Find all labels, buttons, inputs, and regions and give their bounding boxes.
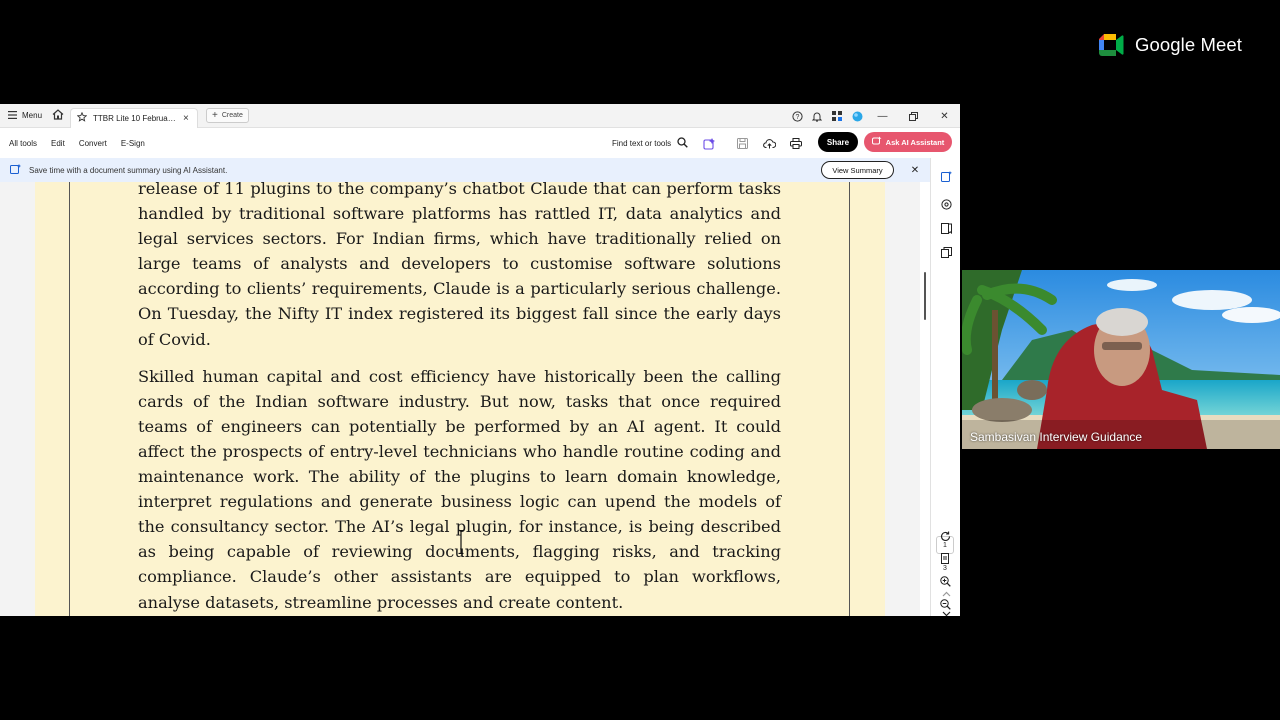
convert-menu[interactable]: Convert	[79, 139, 107, 148]
minimize-icon[interactable]: —	[867, 104, 898, 128]
ai-sphere-icon[interactable]	[847, 104, 867, 128]
main-toolbar: All tools Edit Convert E-Sign Find text …	[0, 128, 960, 158]
create-label: Create	[221, 112, 243, 119]
banner-text: Save time with a document summary using …	[29, 165, 228, 175]
restore-icon[interactable]	[898, 104, 929, 128]
vertical-scrollbar[interactable]	[920, 182, 930, 616]
title-bar: Menu TTBR Lite 10 February 2... × + Crea…	[0, 104, 960, 128]
page-view-icon[interactable]	[937, 550, 953, 566]
bookmark-icon[interactable]	[938, 220, 954, 236]
ask-ai-assistant-button[interactable]: Ask AI Assistant	[864, 132, 952, 152]
scroll-thumb[interactable]	[924, 272, 926, 320]
ai-tools-icon[interactable]	[701, 135, 717, 151]
menu-label: Menu	[22, 111, 43, 120]
hamburger-icon	[8, 110, 17, 121]
svg-text:?: ?	[795, 114, 799, 121]
find-label: Find text or tools	[612, 138, 672, 148]
search-icon	[677, 136, 688, 150]
meet-camera-icon	[1099, 34, 1124, 56]
screen: Menu TTBR Lite 10 February 2... × + Crea…	[0, 0, 1280, 720]
window-controls: ? — ✕	[787, 104, 960, 128]
zoom-out-icon[interactable]	[937, 596, 953, 612]
view-summary-button[interactable]: View Summary	[821, 161, 894, 179]
paragraph: release of 11 plugins to the company’s c…	[138, 182, 781, 349]
summary-icon	[10, 164, 21, 176]
paragraph: Skilled human capital and cost efficienc…	[138, 366, 781, 612]
google-meet-logo: Google Meet	[1099, 34, 1242, 56]
document-tab[interactable]: TTBR Lite 10 February 2... ×	[70, 107, 198, 128]
find-text-or-tools[interactable]: Find text or tools	[612, 128, 688, 158]
share-button[interactable]: Share	[818, 132, 858, 152]
plus-icon: +	[212, 110, 218, 121]
participant-video	[962, 270, 1280, 449]
help-icon[interactable]: ?	[787, 104, 807, 128]
participant-video-tile[interactable]: Sambasivan Interview Guidance	[962, 270, 1280, 449]
pages-icon[interactable]	[938, 244, 954, 260]
text-cursor-icon	[458, 530, 464, 554]
ai-summary-panel-icon[interactable]	[938, 168, 954, 184]
edit-menu[interactable]: Edit	[51, 139, 65, 148]
tab-title: TTBR Lite 10 February 2...	[93, 113, 177, 123]
all-tools-menu[interactable]: All tools	[9, 139, 37, 148]
apps-grid-icon[interactable]	[827, 104, 847, 128]
star-icon[interactable]	[76, 111, 88, 124]
home-button[interactable]	[46, 104, 70, 128]
create-button[interactable]: + Create	[206, 108, 249, 123]
ai-summary-banner: Save time with a document summary using …	[0, 158, 930, 182]
print-icon[interactable]	[788, 135, 804, 151]
close-banner-icon[interactable]: ✕	[908, 158, 922, 182]
esign-menu[interactable]: E-Sign	[121, 139, 145, 148]
save-icon[interactable]	[734, 135, 750, 151]
acrobat-window: Menu TTBR Lite 10 February 2... × + Crea…	[0, 104, 960, 616]
zoom-in-icon[interactable]	[937, 573, 953, 589]
close-window-icon[interactable]: ✕	[929, 104, 960, 128]
ai-button-label: Ask AI Assistant	[885, 137, 945, 147]
comment-icon[interactable]	[938, 196, 954, 212]
notification-bell-icon[interactable]	[807, 104, 827, 128]
close-tab-icon[interactable]: ×	[183, 113, 189, 124]
cloud-upload-icon[interactable]	[761, 135, 777, 151]
menu-button[interactable]: Menu	[0, 104, 46, 128]
meet-brand-text: Google Meet	[1135, 34, 1243, 55]
refresh-icon[interactable]	[937, 528, 953, 544]
participant-name: Sambasivan Interview Guidance	[970, 430, 1143, 444]
home-icon	[52, 109, 64, 122]
ai-assistant-icon	[871, 136, 882, 148]
